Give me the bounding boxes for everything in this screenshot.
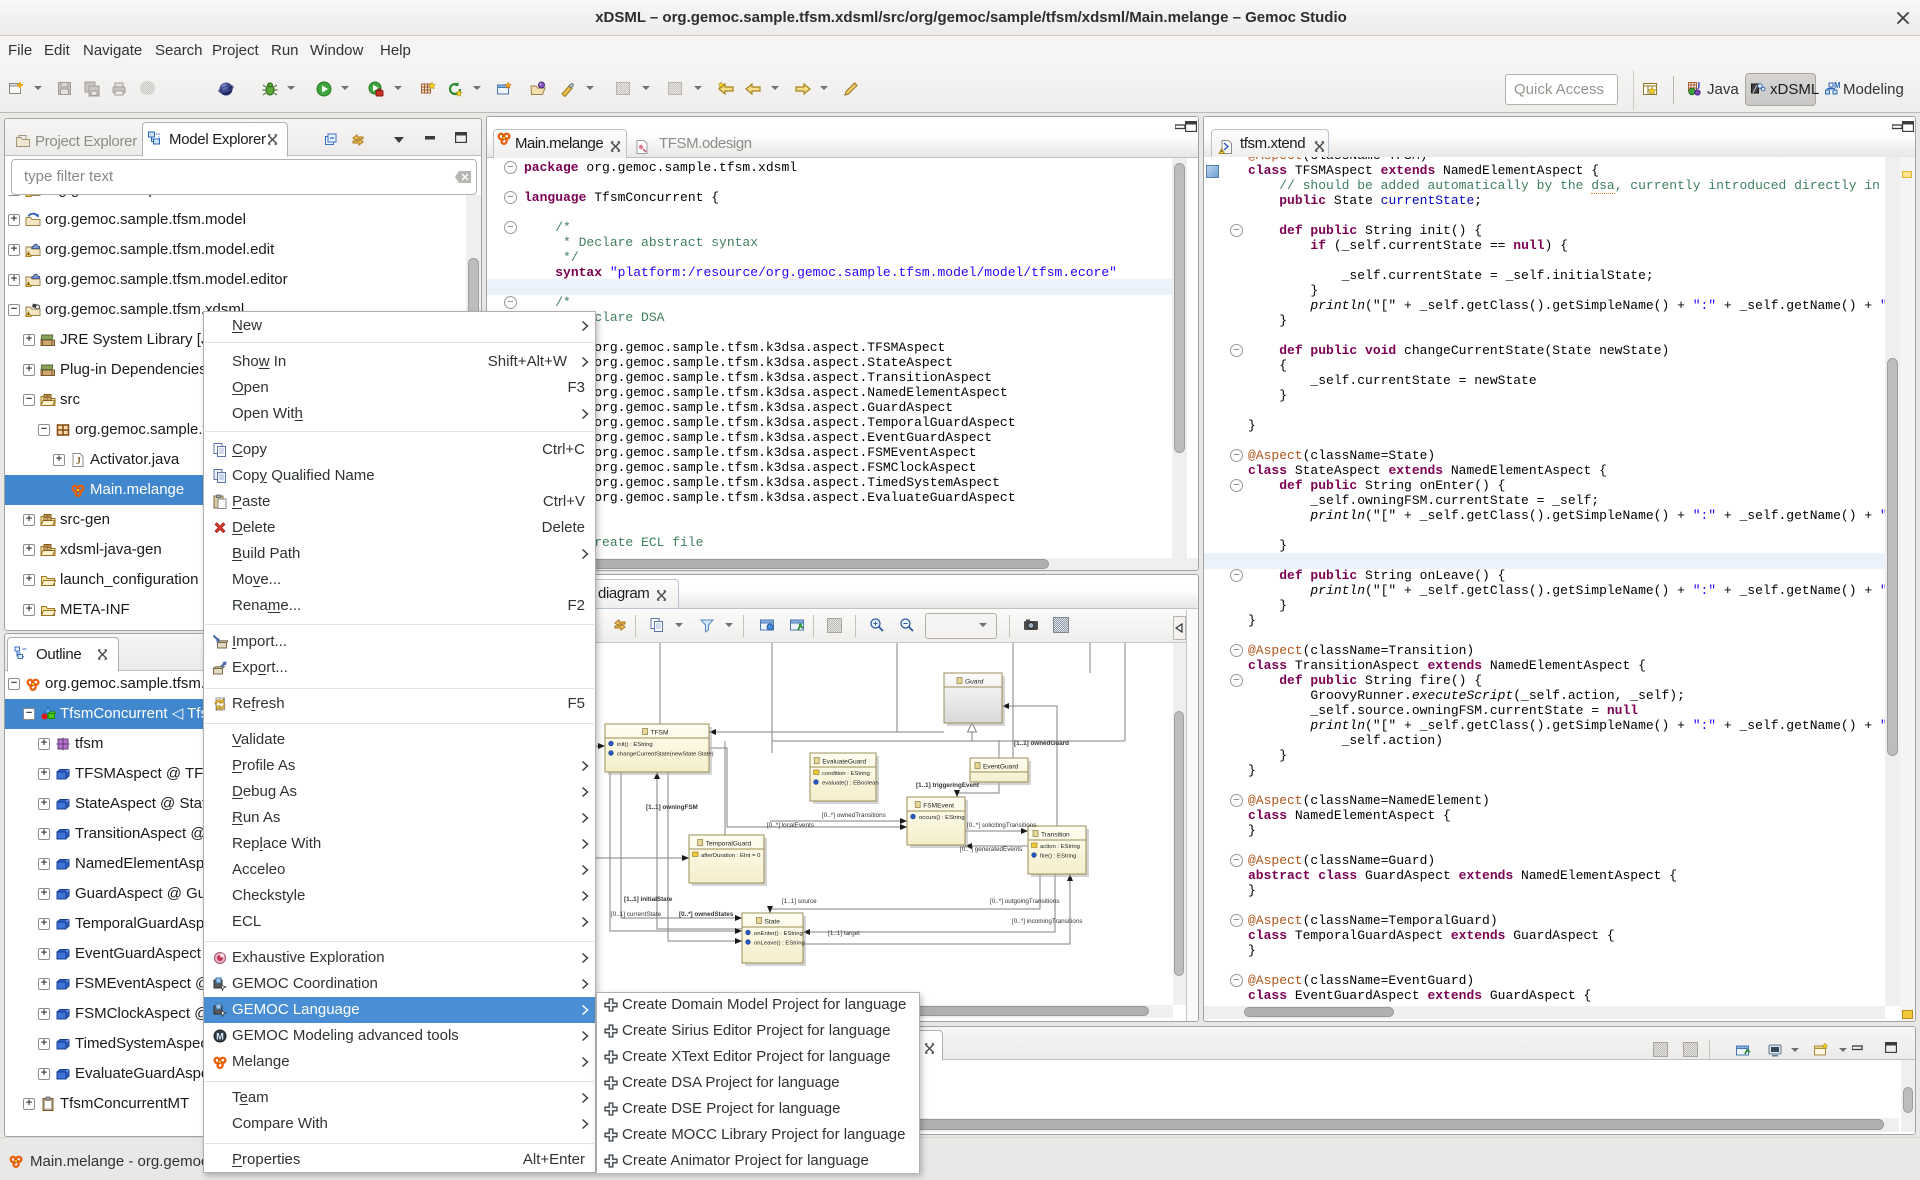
svg-text:[1..1] ownedGuard: [1..1] ownedGuard bbox=[1014, 740, 1069, 747]
svg-text:[0..*] localEvents: [0..*] localEvents bbox=[767, 822, 814, 829]
svg-text:J: J bbox=[76, 456, 81, 467]
svg-text:[0..*] incomingTransitions: [0..*] incomingTransitions bbox=[1012, 918, 1082, 925]
svg-text:[0..*] generatedEvents: [0..*] generatedEvents bbox=[960, 846, 1022, 853]
svg-text:[1..1] source: [1..1] source bbox=[782, 898, 817, 905]
svg-text:condition : EString: condition : EString bbox=[822, 771, 870, 777]
svg-text:changeCurrentState(newState St: changeCurrentState(newState State) bbox=[617, 752, 714, 758]
svg-text:[0..*] ownedStates: [0..*] ownedStates bbox=[679, 911, 734, 918]
svg-text:evaluate() : EBoolean: evaluate() : EBoolean bbox=[822, 781, 879, 787]
svg-text:Guard: Guard bbox=[965, 679, 984, 686]
svg-text:[1..1] triggeringEvent: [1..1] triggeringEvent bbox=[916, 782, 980, 789]
svg-text:onEnter() : EString: onEnter() : EString bbox=[754, 931, 803, 937]
svg-text:[1..1] initialState: [1..1] initialState bbox=[624, 896, 673, 903]
svg-text:EvaluateGuard: EvaluateGuard bbox=[822, 759, 866, 766]
svg-text:onLeave() : EString: onLeave() : EString bbox=[754, 941, 805, 947]
svg-text:EventGuard: EventGuard bbox=[983, 764, 1019, 771]
svg-text:J: J bbox=[1696, 81, 1701, 91]
svg-text:[1..1] target: [1..1] target bbox=[828, 930, 860, 937]
svg-text:[0..*] ownedTransitions: [0..*] ownedTransitions bbox=[822, 812, 886, 819]
svg-text:[0..1] currentState: [0..1] currentState bbox=[611, 911, 662, 918]
svg-text:afterDuration : EInt = 0: afterDuration : EInt = 0 bbox=[701, 853, 761, 859]
svg-text:action : EString: action : EString bbox=[1040, 844, 1080, 850]
svg-text:State: State bbox=[765, 919, 781, 926]
svg-text:[0..*] outgoingTransitions: [0..*] outgoingTransitions bbox=[990, 898, 1059, 905]
svg-text:occurs() : EString: occurs() : EString bbox=[919, 815, 965, 821]
svg-text:M: M bbox=[216, 1032, 224, 1042]
svg-text:fire() : EString: fire() : EString bbox=[1040, 854, 1076, 860]
svg-text:[1..1] owningFSM: [1..1] owningFSM bbox=[646, 804, 698, 811]
svg-text:[0..*] solicitingTransitions: [0..*] solicitingTransitions bbox=[967, 822, 1036, 829]
svg-text:FSMEvent: FSMEvent bbox=[923, 803, 954, 810]
svg-text:TemporalGuard: TemporalGuard bbox=[706, 841, 752, 848]
svg-text:TFSM: TFSM bbox=[651, 730, 669, 737]
svg-text:init() : EString: init() : EString bbox=[617, 742, 653, 748]
svg-text:Transition: Transition bbox=[1041, 832, 1070, 839]
svg-text:M: M bbox=[1834, 81, 1840, 90]
